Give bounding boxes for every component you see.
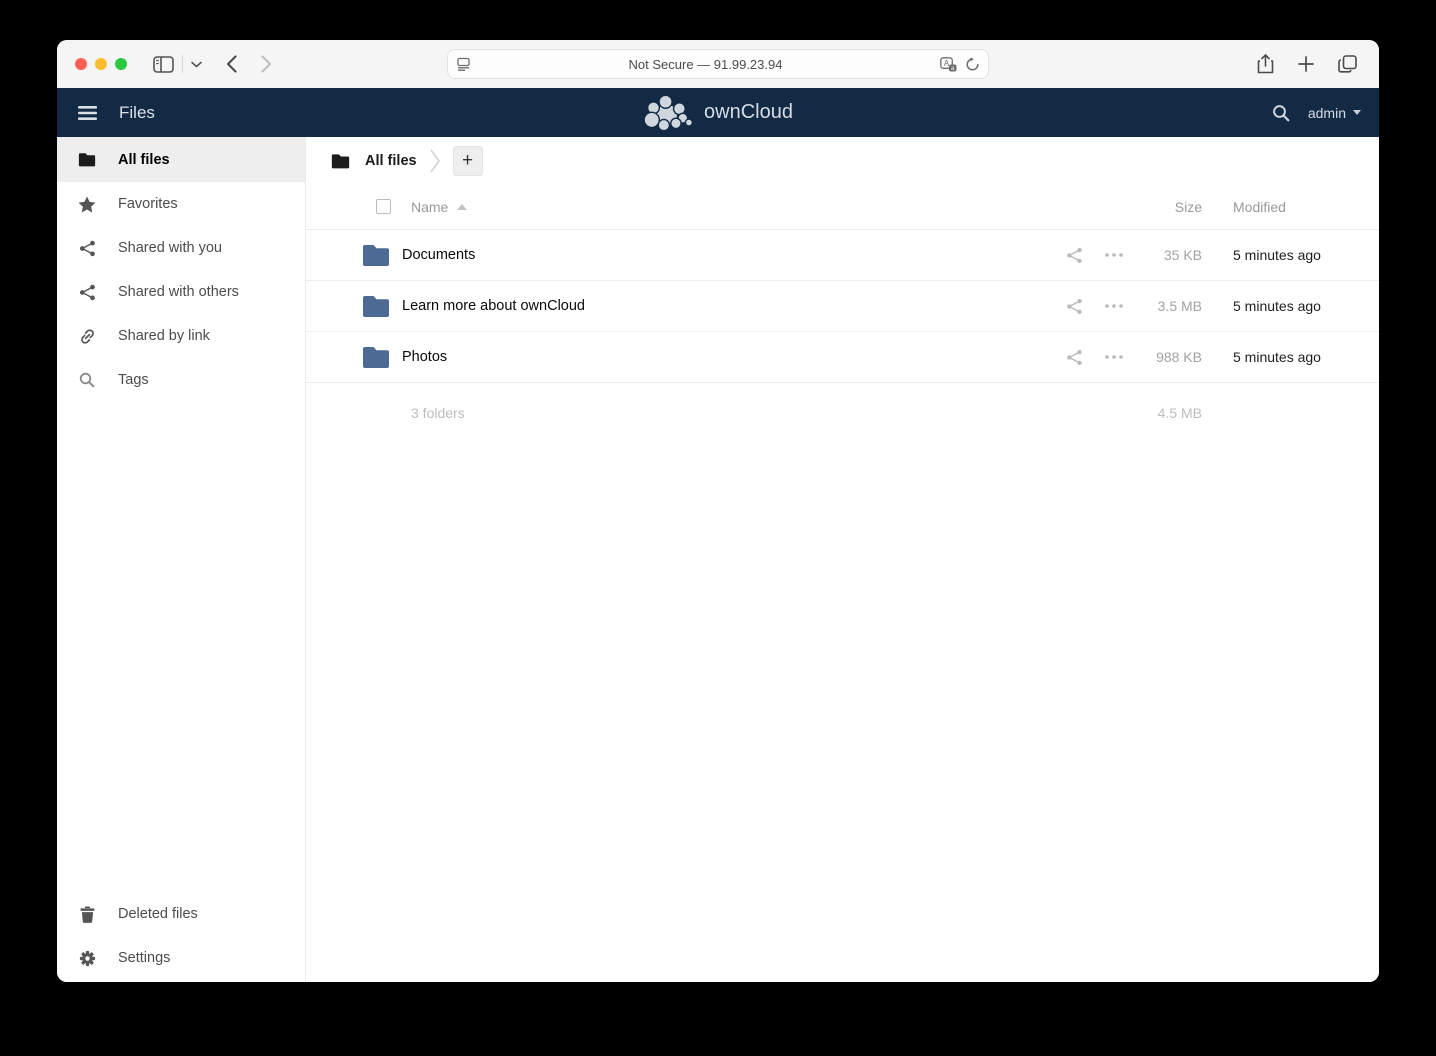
minimize-window-button[interactable]: [95, 58, 107, 70]
column-header-modified[interactable]: Modified: [1233, 199, 1348, 215]
sidebar-item-label: Shared with you: [118, 240, 222, 256]
share-icon: [78, 284, 96, 301]
page-settings-icon[interactable]: [456, 57, 471, 71]
sidebar-item-all-files[interactable]: All files: [57, 137, 305, 182]
folder-icon: [331, 153, 350, 169]
file-size: 3.5 MB: [1134, 298, 1202, 314]
table-header: Name Size Modified: [306, 184, 1379, 230]
file-row-learn-more[interactable]: Learn more about ownCloud: [306, 281, 1379, 332]
share-icon[interactable]: [1054, 286, 1094, 326]
brand[interactable]: ownCloud: [643, 88, 793, 137]
folder-icon: [362, 345, 390, 369]
breadcrumb-label: All files: [365, 153, 417, 169]
file-size: 35 KB: [1134, 247, 1202, 263]
select-all-checkbox[interactable]: [376, 199, 391, 214]
app-header: Files ownCloud: [57, 88, 1379, 137]
sidebar-item-label: All files: [118, 152, 170, 168]
sidebar-item-label: Shared with others: [118, 284, 239, 300]
share-page-icon[interactable]: [1257, 54, 1274, 74]
reload-icon[interactable]: [965, 57, 980, 72]
breadcrumb-root[interactable]: All files: [331, 153, 417, 169]
address-bar[interactable]: Not Secure — 91.99.23.94 A a: [447, 49, 989, 79]
sidebar-item-label: Tags: [118, 372, 149, 388]
file-name[interactable]: Photos: [402, 349, 1054, 365]
user-menu[interactable]: admin: [1308, 105, 1361, 121]
file-row-photos[interactable]: Photos 988 KB: [306, 332, 1379, 383]
sidebar-item-favorites[interactable]: Favorites: [57, 182, 305, 226]
file-size: 988 KB: [1134, 349, 1202, 365]
sidebar-item-tags[interactable]: Tags: [57, 358, 305, 402]
sidebar-item-shared-with-others[interactable]: Shared with others: [57, 270, 305, 314]
new-file-button[interactable]: +: [453, 146, 483, 176]
list-summary: 3 folders 4.5 MB: [306, 383, 1379, 443]
more-actions-icon[interactable]: [1094, 235, 1134, 275]
total-size: 4.5 MB: [1134, 405, 1202, 421]
close-window-button[interactable]: [75, 58, 87, 70]
sidebar-item-shared-with-you[interactable]: Shared with you: [57, 226, 305, 270]
share-icon[interactable]: [1054, 337, 1094, 377]
browser-toolbar: Not Secure — 91.99.23.94 A a: [57, 40, 1379, 88]
file-row-documents[interactable]: Documents 35 KB: [306, 230, 1379, 281]
star-icon: [78, 196, 96, 213]
sidebar-chevron-down-icon[interactable]: [191, 61, 202, 68]
link-icon: [78, 328, 96, 345]
sidebar: All files Favorites: [57, 137, 306, 982]
app-menu-icon[interactable]: [78, 106, 97, 120]
zoom-window-button[interactable]: [115, 58, 127, 70]
sidebar-toggle-icon[interactable]: [153, 56, 174, 73]
folder-icon: [362, 243, 390, 267]
column-header-size[interactable]: Size: [1134, 199, 1202, 215]
browser-window: Not Secure — 91.99.23.94 A a: [57, 40, 1379, 982]
folder-icon: [362, 294, 390, 318]
sidebar-item-label: Favorites: [118, 196, 178, 212]
traffic-lights: [75, 58, 127, 70]
translate-icon[interactable]: A a: [940, 57, 957, 72]
address-bar-text: Not Secure — 91.99.23.94: [471, 57, 940, 72]
breadcrumb-chevron-icon: [429, 148, 441, 174]
name-header-label: Name: [411, 199, 448, 215]
tag-search-icon: [78, 372, 96, 388]
sidebar-item-settings[interactable]: Settings: [57, 936, 305, 980]
column-header-name[interactable]: Name: [411, 199, 467, 215]
tabs-overview-icon[interactable]: [1338, 55, 1357, 73]
share-icon[interactable]: [1054, 235, 1094, 275]
svg-text:A: A: [944, 59, 950, 68]
search-icon[interactable]: [1272, 104, 1290, 122]
file-modified: 5 minutes ago: [1233, 247, 1348, 263]
trash-icon: [78, 906, 96, 923]
sidebar-spacer: [57, 402, 305, 892]
gear-icon: [78, 950, 96, 967]
sidebar-item-label: Deleted files: [118, 906, 198, 922]
file-name[interactable]: Documents: [402, 247, 1054, 263]
file-browser: All files + Name Size Modifie: [306, 137, 1379, 982]
folder-icon: [78, 152, 96, 167]
sidebar-item-shared-by-link[interactable]: Shared by link: [57, 314, 305, 358]
brand-name: ownCloud: [704, 101, 793, 124]
app-title: Files: [119, 103, 155, 123]
more-actions-icon[interactable]: [1094, 286, 1134, 326]
forward-button[interactable]: [261, 55, 272, 73]
owncloud-logo-icon: [643, 94, 695, 132]
new-tab-icon[interactable]: [1298, 56, 1314, 72]
share-icon: [78, 240, 96, 257]
folder-count: 3 folders: [411, 405, 1134, 421]
breadcrumb: All files +: [306, 137, 1379, 184]
file-name[interactable]: Learn more about ownCloud: [402, 298, 1054, 314]
more-actions-icon[interactable]: [1094, 337, 1134, 377]
chevron-down-icon: [1353, 110, 1361, 115]
sidebar-item-deleted-files[interactable]: Deleted files: [57, 892, 305, 936]
sidebar-item-label: Shared by link: [118, 328, 210, 344]
sidebar-item-label: Settings: [118, 950, 170, 966]
file-modified: 5 minutes ago: [1233, 349, 1348, 365]
toolbar-divider: [182, 55, 183, 73]
sort-ascending-icon: [457, 204, 467, 210]
file-modified: 5 minutes ago: [1233, 298, 1348, 314]
back-button[interactable]: [226, 55, 237, 73]
user-name: admin: [1308, 105, 1346, 121]
